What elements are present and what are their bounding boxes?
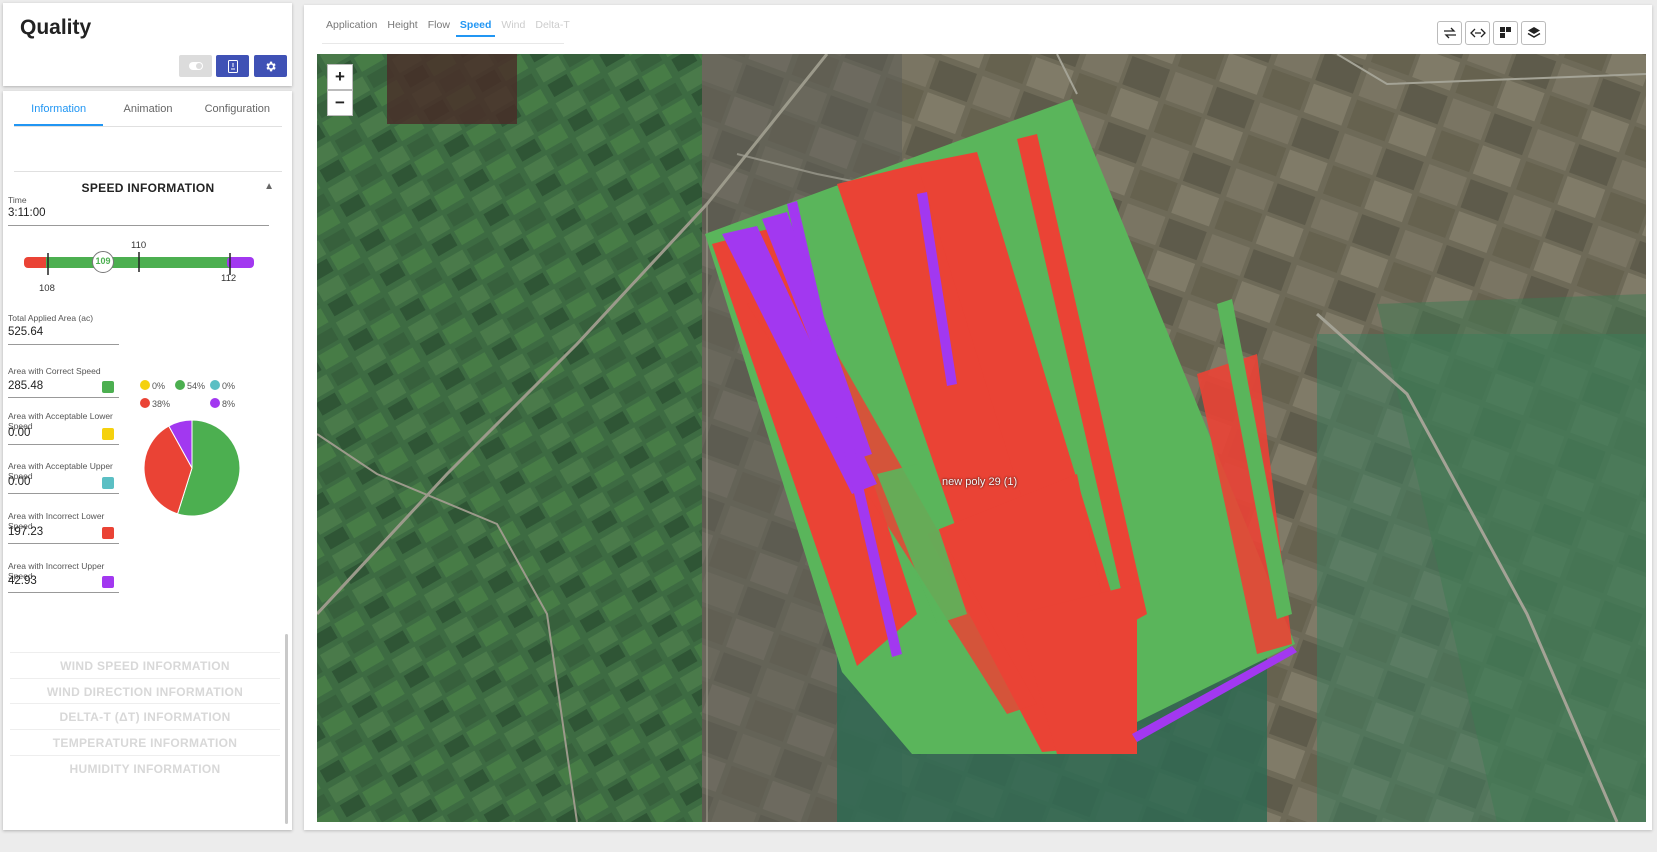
legend-pct: 0% — [152, 381, 166, 391]
toggle-button[interactable] — [179, 55, 212, 77]
layout-button[interactable] — [1493, 21, 1518, 45]
wind-speed-section[interactable]: WIND SPEED INFORMATION — [10, 652, 280, 678]
acceptable-upper-value: 0.00 — [8, 476, 31, 488]
tab-configuration[interactable]: Configuration — [193, 91, 282, 126]
total-area-label: Total Applied Area (ac) — [8, 313, 94, 323]
wind-direction-section[interactable]: WIND DIRECTION INFORMATION — [10, 678, 280, 704]
legend-dot-correct — [175, 380, 185, 390]
swap-icon — [1443, 27, 1456, 39]
legend-pct: 54% — [187, 381, 206, 391]
swap-button[interactable] — [1437, 21, 1462, 45]
gauge-low-label: 108 — [39, 283, 55, 294]
gauge-mid-label: 110 — [131, 240, 147, 251]
incorrect-lower-swatch — [102, 527, 114, 539]
correct-speed-swatch — [102, 381, 114, 393]
legend-dot-acceptable-upper — [210, 380, 220, 390]
acceptable-upper-underline — [8, 493, 119, 494]
gauge-high-label: 112 — [221, 273, 237, 284]
layers-button[interactable] — [1521, 21, 1546, 45]
tab-speed[interactable]: Speed — [455, 19, 496, 37]
polygon-label: new poly 29 (1) — [942, 476, 1018, 488]
tab-wind: Wind — [501, 19, 526, 31]
incorrect-upper-underline — [8, 592, 119, 593]
gauge-current-value: 109 — [95, 256, 111, 266]
total-area-value: 525.64 — [8, 326, 44, 338]
satellite-imagery — [317, 54, 1646, 822]
map-view[interactable]: + − new poly 29 (1) — [317, 54, 1646, 822]
tab-application[interactable]: Application — [322, 19, 381, 37]
zoom-in-button[interactable]: + — [327, 64, 353, 90]
settings-button[interactable] — [254, 55, 287, 77]
acceptable-lower-swatch — [102, 428, 114, 440]
correct-speed-value: 285.48 — [8, 380, 44, 392]
correct-speed-label: Area with Correct Speed — [8, 366, 101, 376]
humidity-section[interactable]: HUMIDITY INFORMATION — [10, 755, 280, 781]
page-title: Quality — [20, 16, 92, 39]
time-value: 3:11:00 — [8, 207, 46, 219]
tab-height[interactable]: Height — [383, 19, 421, 37]
layers-icon — [1527, 27, 1540, 38]
temperature-section[interactable]: TEMPERATURE INFORMATION — [10, 729, 280, 755]
speed-section-header[interactable]: SPEED INFORMATION ▲ — [14, 171, 282, 199]
map-card: Application Height Flow Speed Wind Delta… — [304, 5, 1652, 830]
chevron-up-icon: ▲ — [264, 181, 274, 192]
info-panel: Information Animation Configuration SPEE… — [3, 91, 292, 830]
incorrect-lower-value: 197.23 — [8, 526, 44, 538]
panel-scrollbar[interactable] — [285, 634, 288, 824]
total-area-underline — [8, 344, 119, 345]
tab-delta-t: Delta-T — [535, 19, 570, 31]
layout-icon — [1499, 27, 1511, 38]
time-underline — [8, 225, 269, 226]
tabs-divider — [322, 43, 564, 44]
speed-gauge: 109 110 108 112 — [3, 231, 292, 301]
speed-section-title: SPEED INFORMATION — [81, 181, 215, 195]
zoom-out-button[interactable]: − — [327, 90, 353, 116]
code-arrows-icon — [1469, 28, 1486, 38]
gear-icon — [266, 61, 276, 71]
acceptable-lower-value: 0.00 — [8, 427, 31, 439]
legend-dot-incorrect-lower — [140, 398, 150, 408]
document-icon — [227, 59, 238, 73]
panel-tabs: Information Animation Configuration — [14, 91, 282, 127]
time-label: Time — [8, 195, 27, 205]
delta-t-section[interactable]: DELTA-T (ΔT) INFORMATION — [10, 703, 280, 729]
tab-information[interactable]: Information — [14, 91, 104, 126]
header-card: Quality — [3, 3, 292, 86]
legend-dot-acceptable-lower — [140, 380, 150, 390]
acceptable-lower-underline — [8, 444, 119, 445]
speed-pie-chart — [143, 419, 241, 517]
code-arrows-button[interactable] — [1465, 21, 1490, 45]
correct-speed-underline — [8, 397, 119, 398]
incorrect-lower-underline — [8, 543, 119, 544]
legend-pct: 38% — [152, 399, 171, 409]
layer-tabs: Application Height Flow Speed Wind Delta… — [322, 19, 576, 37]
legend-dot-incorrect-upper — [210, 398, 220, 408]
toggle-icon — [188, 62, 203, 70]
acceptable-upper-swatch — [102, 477, 114, 489]
legend-pct: 0% — [222, 381, 236, 391]
incorrect-upper-swatch — [102, 576, 114, 588]
legend-pct: 8% — [222, 399, 236, 409]
incorrect-upper-value: 42.93 — [8, 575, 37, 587]
tab-flow[interactable]: Flow — [424, 19, 454, 37]
tab-animation[interactable]: Animation — [103, 91, 192, 126]
report-button[interactable] — [216, 55, 249, 77]
